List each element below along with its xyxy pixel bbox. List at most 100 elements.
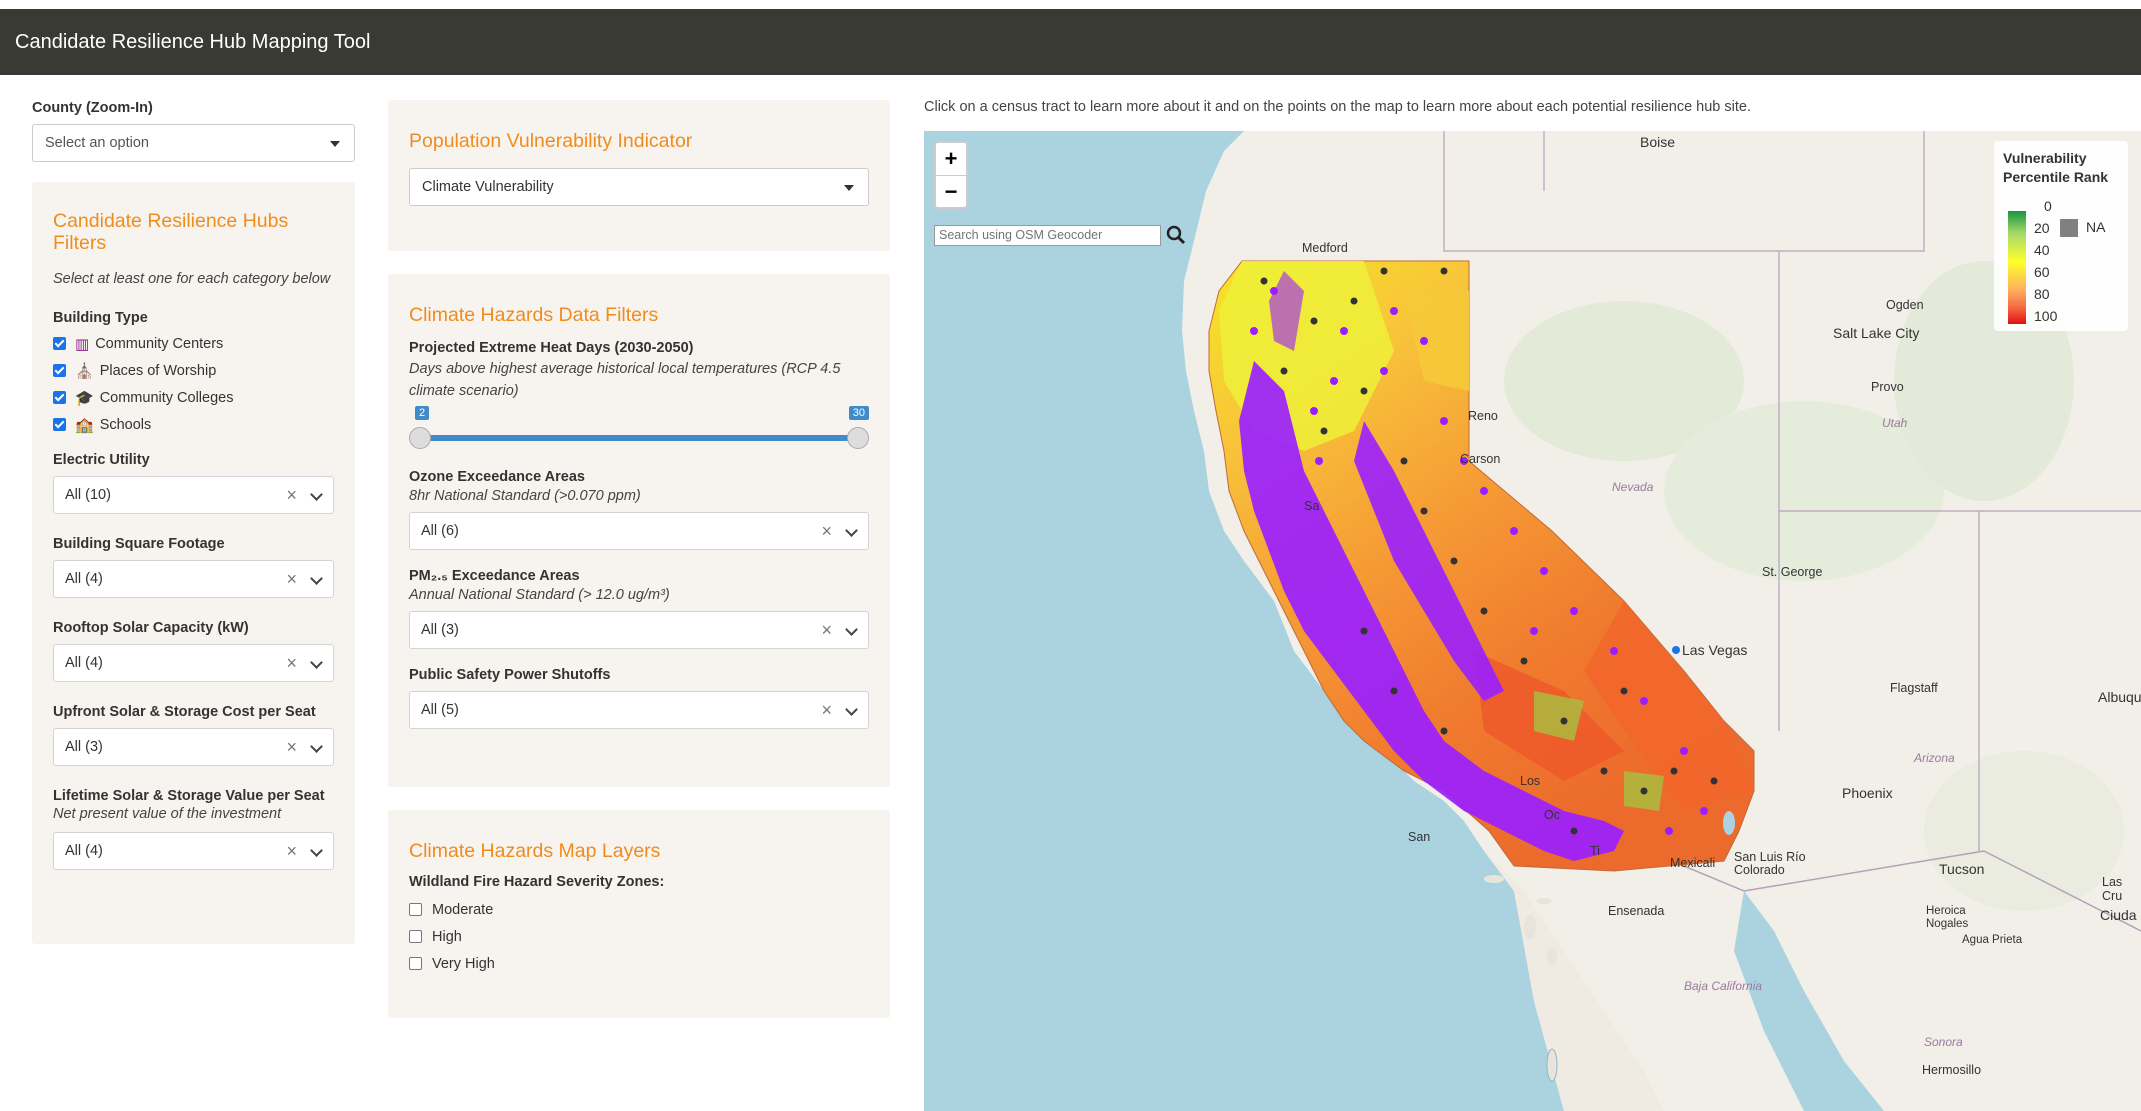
clear-icon[interactable]: × xyxy=(286,841,297,862)
clear-icon[interactable]: × xyxy=(821,700,832,721)
checkbox-checked-icon[interactable] xyxy=(53,337,66,350)
state-label: Arizona xyxy=(1914,751,1955,765)
place-label: Heroica Nogales xyxy=(1926,905,1969,930)
clear-icon[interactable]: × xyxy=(821,620,832,641)
county-placeholder: Select an option xyxy=(45,135,149,151)
upfront-cost-select[interactable]: All (3) × xyxy=(53,728,334,766)
island xyxy=(1536,898,1552,904)
place-label: Agua Prieta xyxy=(1962,934,2023,946)
checkbox-checked-icon[interactable] xyxy=(53,418,66,431)
place-label: Provo xyxy=(1871,380,1904,394)
clear-icon[interactable]: × xyxy=(286,569,297,590)
place-label: Los xyxy=(1520,774,1541,788)
checkbox-moderate[interactable]: Moderate xyxy=(409,896,869,923)
state-label: Baja California xyxy=(1684,979,1763,993)
checkbox-checked-icon[interactable] xyxy=(53,391,66,404)
chevron-down-icon[interactable] xyxy=(310,740,323,753)
vulnerability-panel-title: Population Vulnerability Indicator xyxy=(409,130,693,152)
select-value: All (4) xyxy=(65,655,103,671)
lifetime-value-label: Lifetime Solar & Storage Value per Seat xyxy=(53,788,325,804)
heat-days-slider[interactable]: 2 30 xyxy=(409,406,869,452)
psps-select[interactable]: All (5) × xyxy=(409,691,869,729)
map-layers-panel: Climate Hazards Map Layers Wildland Fire… xyxy=(388,810,890,1018)
state-label: Nevada xyxy=(1612,480,1654,494)
checkbox-label: Very High xyxy=(432,955,495,972)
rooftop-solar-select[interactable]: All (4) × xyxy=(53,644,334,682)
map-legend: Vulnerability Percentile Rank 0 20 40 60… xyxy=(1994,141,2128,331)
checkbox-very-high[interactable]: Very High xyxy=(409,950,869,977)
pm25-select[interactable]: All (3) × xyxy=(409,611,869,649)
slider-track[interactable] xyxy=(419,435,859,441)
middle-column: Population Vulnerability Indicator Clima… xyxy=(388,100,890,1018)
hazards-filter-panel: Climate Hazards Data Filters Projected E… xyxy=(388,274,890,787)
chevron-down-icon[interactable] xyxy=(310,844,323,857)
clear-icon[interactable]: × xyxy=(286,485,297,506)
vulnerability-select[interactable]: Climate Vulnerability xyxy=(409,168,869,206)
chevron-down-icon[interactable] xyxy=(845,524,858,537)
checkbox-high[interactable]: High xyxy=(409,923,869,950)
checkbox-unchecked-icon[interactable] xyxy=(409,903,422,916)
map-instructions: Click on a census tract to learn more ab… xyxy=(924,99,1751,115)
hazards-panel-title: Climate Hazards Data Filters xyxy=(409,304,659,326)
top-strip xyxy=(0,0,2141,9)
building-sqft-select[interactable]: All (4) × xyxy=(53,560,334,598)
checkbox-unchecked-icon[interactable] xyxy=(409,957,422,970)
checkbox-schools[interactable]: 🏫 Schools xyxy=(53,411,334,438)
geocoder-input[interactable] xyxy=(934,224,1161,246)
county-select[interactable]: Select an option xyxy=(32,124,355,162)
building-sqft-label: Building Square Footage xyxy=(53,536,225,552)
lake xyxy=(1723,811,1735,835)
place-label: San Luis Río Colorado xyxy=(1734,850,1806,877)
place-label: Salt Lake City xyxy=(1833,325,1920,341)
building-type-group: ▥ Community Centers ⛪ Places of Worship … xyxy=(53,330,334,438)
checkbox-places-of-worship[interactable]: ⛪ Places of Worship xyxy=(53,357,334,384)
place-label: Las Cru xyxy=(2102,875,2123,903)
graduation-cap-icon: 🎓 xyxy=(75,389,94,407)
clear-icon[interactable]: × xyxy=(821,521,832,542)
community-center-icon: ▥ xyxy=(75,335,90,353)
legend-tick: 80 xyxy=(2034,286,2050,302)
checkbox-label: High xyxy=(432,928,462,945)
legend-tick: 0 xyxy=(2044,198,2052,214)
lifetime-value-select[interactable]: All (4) × xyxy=(53,832,334,870)
clear-icon[interactable]: × xyxy=(286,737,297,758)
app-header: Candidate Resilience Hub Mapping Tool xyxy=(0,9,2141,75)
checkbox-community-colleges[interactable]: 🎓 Community Colleges xyxy=(53,384,334,411)
place-label: Ti xyxy=(1590,844,1600,858)
legend-na-label: NA xyxy=(2086,219,2106,235)
search-icon[interactable] xyxy=(1165,224,1187,246)
psps-label: Public Safety Power Shutoffs xyxy=(409,667,611,683)
chevron-down-icon xyxy=(844,185,854,191)
zoom-out-button[interactable]: − xyxy=(936,175,966,207)
place-label: Albuqu xyxy=(2098,689,2141,705)
place-label: Ciuda xyxy=(2100,907,2137,923)
slider-min-label: 2 xyxy=(415,406,430,420)
select-value: All (4) xyxy=(65,843,103,859)
map-area[interactable]: Boise Medford Ogden Salt Lake City Provo… xyxy=(924,131,2141,1111)
chevron-down-icon[interactable] xyxy=(845,703,858,716)
clear-icon[interactable]: × xyxy=(286,653,297,674)
heat-days-sublabel: Days above highest average historical lo… xyxy=(409,361,841,399)
zoom-in-button[interactable]: + xyxy=(936,143,966,175)
chevron-down-icon[interactable] xyxy=(845,623,858,636)
checkbox-unchecked-icon[interactable] xyxy=(409,930,422,943)
state-label: Utah xyxy=(1882,416,1908,430)
chevron-down-icon[interactable] xyxy=(310,572,323,585)
electric-utility-label: Electric Utility xyxy=(53,452,150,468)
checkbox-label: Community Centers xyxy=(95,335,224,352)
ozone-select[interactable]: All (6) × xyxy=(409,512,869,550)
checkbox-checked-icon[interactable] xyxy=(53,364,66,377)
slider-min-handle[interactable] xyxy=(409,427,431,449)
city-marker xyxy=(1672,646,1680,654)
chevron-down-icon[interactable] xyxy=(310,656,323,669)
checkbox-label: Schools xyxy=(99,416,152,433)
chevron-down-icon[interactable] xyxy=(310,488,323,501)
place-label: Tucson xyxy=(1939,861,1985,877)
select-value: All (6) xyxy=(421,523,459,539)
island xyxy=(1547,948,1557,966)
slider-max-handle[interactable] xyxy=(847,427,869,449)
map-basemap[interactable] xyxy=(924,131,2141,1111)
electric-utility-select[interactable]: All (10) × xyxy=(53,476,334,514)
checkbox-community-centers[interactable]: ▥ Community Centers xyxy=(53,330,334,357)
ozone-label: Ozone Exceedance Areas xyxy=(409,469,585,485)
